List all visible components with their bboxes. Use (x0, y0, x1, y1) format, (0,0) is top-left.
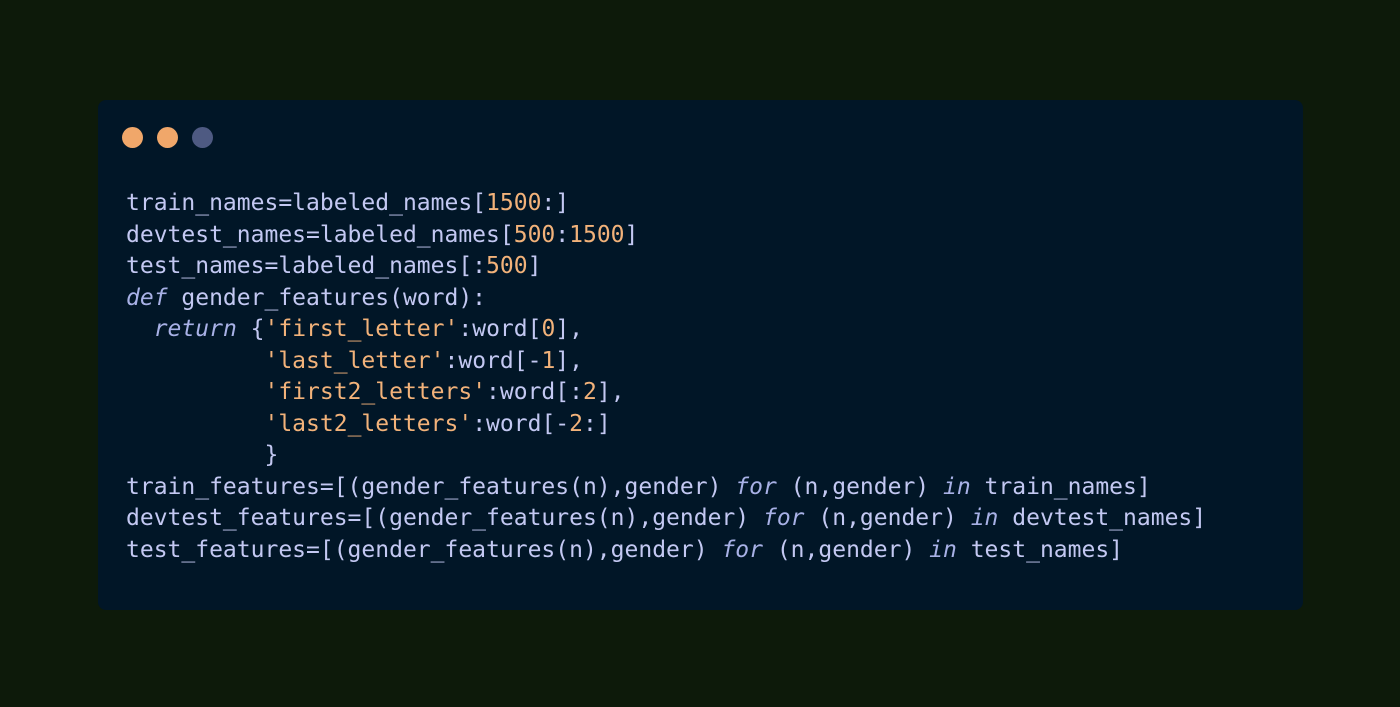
code-token-plain: :word[- (472, 410, 570, 437)
code-token-kw: return (153, 316, 237, 342)
code-token-plain: :] (541, 190, 570, 216)
code-token-plain: test_features=[(gender_features(n),gende… (126, 536, 722, 563)
code-token-plain: :word[: (486, 379, 583, 405)
code-token-kw: for (762, 505, 805, 531)
code-line: } (126, 440, 1206, 472)
minimize-dot-icon[interactable] (157, 127, 178, 148)
close-dot-icon[interactable] (122, 127, 143, 148)
code-token-kw: def (126, 284, 168, 311)
code-token-plain: (n,gender) (762, 536, 930, 563)
code-line: devtest_features=[(gender_features(n),ge… (126, 503, 1206, 535)
code-token-plain: :] (583, 410, 611, 437)
code-token-kw: for (721, 536, 763, 563)
code-token-plain: test_names=labeled_names[: (126, 253, 487, 279)
code-token-num: 500 (486, 253, 528, 279)
code-token-plain: } (126, 442, 279, 468)
code-token-num: 1 (541, 347, 556, 374)
code-token-plain: test_names] (956, 536, 1124, 563)
code-block: train_names=labeled_names[1500:] devtest_… (126, 188, 1206, 566)
code-window: train_names=labeled_names[1500:] devtest_… (98, 100, 1303, 610)
code-token-num: 2 (582, 379, 597, 405)
code-token-plain: train_features=[(gender_features(n),gend… (126, 473, 736, 500)
code-token-plain: ], (596, 379, 625, 405)
code-token-str: 'last_letter' (264, 347, 445, 374)
code-token-plain: :word[- (444, 347, 542, 374)
code-line: devtest_names=labeled_names[500:1500] (126, 220, 1206, 252)
code-token-plain: (n,gender) (776, 473, 943, 500)
code-token-plain: (n,gender) (804, 505, 971, 531)
code-token-num: 500 (513, 221, 556, 248)
code-line: 'last_letter':word[-1], (126, 346, 1206, 378)
code-line: def gender_features(word): (126, 283, 1206, 315)
code-token-plain: { (236, 316, 265, 342)
code-line: train_features=[(gender_features(n),gend… (126, 472, 1206, 504)
code-token-str: 'last2_letters' (264, 410, 473, 437)
code-token-plain: devtest_names] (998, 505, 1207, 531)
code-line: test_names=labeled_names[:500] (126, 251, 1206, 283)
code-token-num: 0 (541, 316, 556, 342)
code-token-str: 'first_letter' (264, 316, 459, 342)
window-controls (122, 127, 213, 148)
code-line: 'last2_letters':word[-2:] (126, 409, 1206, 441)
code-token-num: 2 (569, 410, 583, 437)
code-token-plain: ] (527, 253, 542, 279)
code-token-kw: in (943, 473, 971, 500)
code-line: train_names=labeled_names[1500:] (126, 188, 1206, 220)
code-token-str: 'first2_letters' (264, 379, 487, 405)
code-token-num: 1500 (569, 221, 625, 248)
code-token-plain: train_names=labeled_names[ (126, 190, 487, 216)
code-token-plain: ] (624, 221, 639, 248)
code-token-plain: : (555, 221, 570, 248)
code-line: return {'first_letter':word[0], (126, 314, 1206, 346)
code-token-kw: in (970, 505, 999, 531)
code-token-plain: devtest_features=[(gender_features(n),ge… (126, 505, 763, 531)
code-token-plain: ], (555, 347, 583, 374)
code-token-plain: :word[ (458, 316, 542, 342)
code-token-num: 1500 (486, 190, 542, 216)
code-token-kw: for (735, 473, 777, 500)
code-token-plain: ], (555, 316, 584, 342)
code-token-plain: gender_features(word): (167, 284, 487, 311)
code-token-plain: devtest_names=labeled_names[ (126, 221, 514, 248)
code-token-kw: in (929, 536, 957, 563)
code-token-plain: train_names] (970, 473, 1151, 500)
maximize-dot-icon[interactable] (192, 127, 213, 148)
code-line: 'first2_letters':word[:2], (126, 377, 1206, 409)
code-line: test_features=[(gender_features(n),gende… (126, 535, 1206, 567)
